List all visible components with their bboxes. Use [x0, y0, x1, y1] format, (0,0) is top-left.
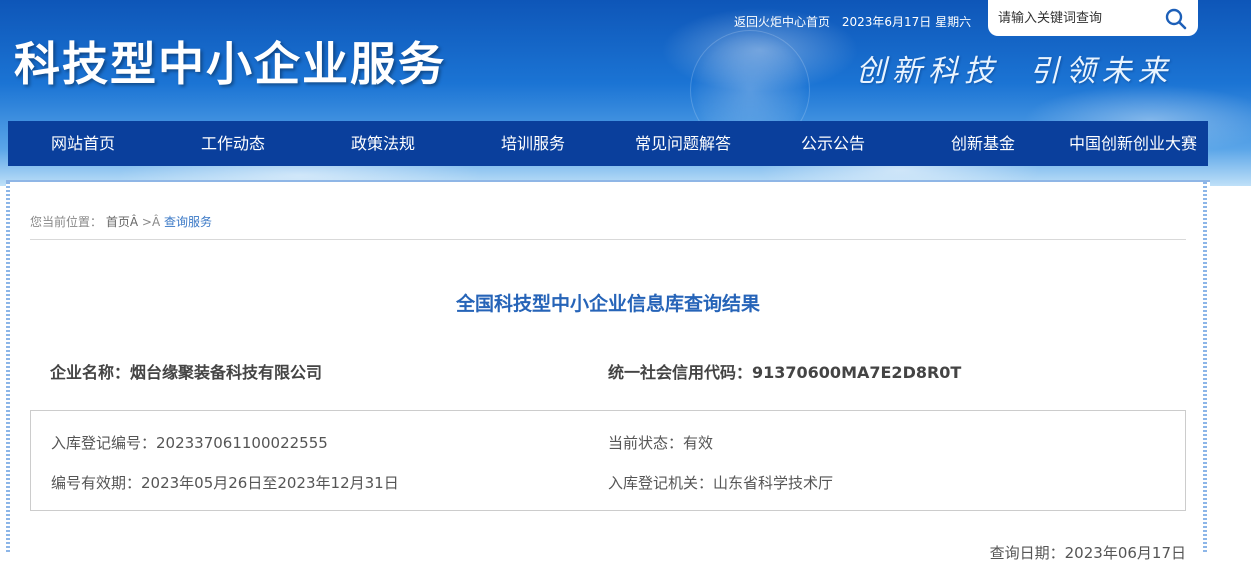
validity-period: 编号有效期：2023年05月26日至2023年12月31日 [51, 474, 399, 492]
back-to-torch-center-link[interactable]: 返回火炬中心首页 [734, 15, 830, 29]
registration-authority: 入库登记机关：山东省科学技术厅 [608, 474, 834, 492]
content-panel [6, 180, 1210, 586]
top-bar: 返回火炬中心首页 2023年6月17日 星期六 [734, 13, 971, 30]
registration-info-box: 入库登记编号：202337061100022555 当前状态：有效 编号有效期：… [30, 410, 1186, 511]
registration-number: 入库登记编号：202337061100022555 [51, 434, 328, 452]
nav-item-home[interactable]: 网站首页 [8, 121, 158, 166]
breadcrumb-separator: >Â [141, 215, 161, 229]
search-box [988, 0, 1198, 36]
nav-item-training[interactable]: 培训服务 [458, 121, 608, 166]
breadcrumb-divider [30, 239, 1186, 240]
search-input[interactable] [998, 9, 1158, 27]
breadcrumb: 您当前位置： 首页Â >Â 查询服务 [30, 213, 212, 230]
query-date: 查询日期：2023年06月17日 [989, 544, 1186, 562]
nav-item-faq[interactable]: 常见问题解答 [608, 121, 758, 166]
nav-item-innovation-fund[interactable]: 创新基金 [908, 121, 1058, 166]
breadcrumb-prefix: 您当前位置： [30, 215, 103, 229]
breadcrumb-current-link[interactable]: 查询服务 [164, 215, 212, 229]
current-date: 2023年6月17日 星期六 [841, 15, 972, 29]
search-button[interactable] [1164, 7, 1188, 31]
nav-item-work-news[interactable]: 工作动态 [158, 121, 308, 166]
result-title: 全国科技型中小企业信息库查询结果 [455, 293, 760, 315]
credit-code: 统一社会信用代码：91370600MA7E2D8R0T [608, 363, 962, 382]
site-slogan: 创新科技 引领未来 [856, 54, 1174, 89]
main-nav: 网站首页 工作动态 政策法规 培训服务 常见问题解答 公示公告 创新基金 中国创… [8, 121, 1208, 166]
breadcrumb-home-link[interactable]: 首页Â [106, 215, 138, 229]
search-icon [1165, 8, 1187, 30]
company-name: 企业名称：烟台缘聚装备科技有限公司 [50, 363, 323, 382]
nav-item-announcements[interactable]: 公示公告 [758, 121, 908, 166]
current-status: 当前状态：有效 [608, 434, 714, 452]
nav-item-innovation-contest[interactable]: 中国创新创业大赛 [1058, 121, 1208, 166]
site-title: 科技型中小企业服务 [14, 37, 446, 91]
panel-border-right [1203, 182, 1207, 552]
panel-border-left [6, 182, 10, 552]
nav-item-policies[interactable]: 政策法规 [308, 121, 458, 166]
